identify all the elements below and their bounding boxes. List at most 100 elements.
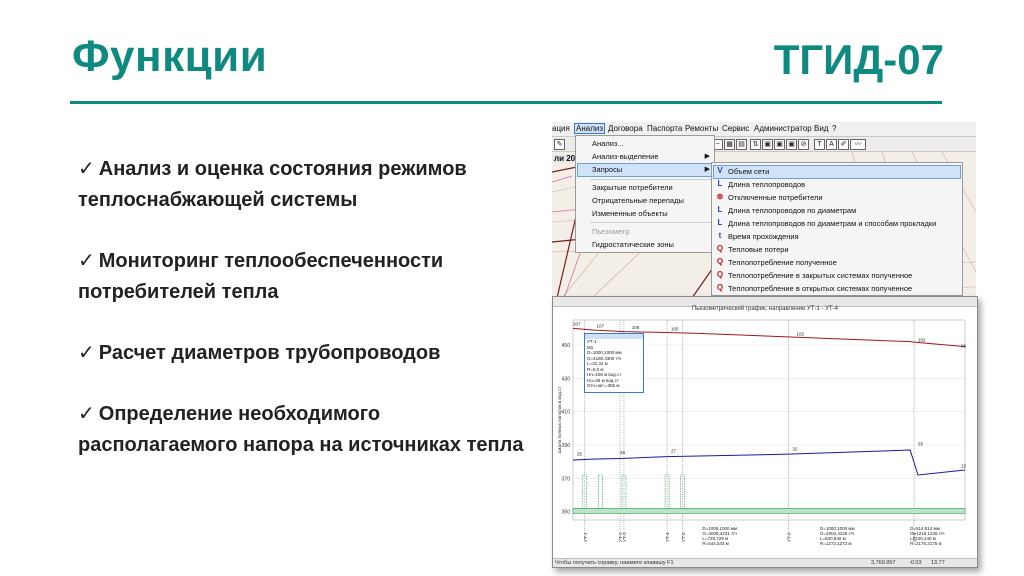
query-item-consumption[interactable]: Теплопотребление полученное — [728, 258, 837, 267]
bullet-text: Анализ и оценка состояния режимов теплос… — [78, 158, 467, 211]
menu-item[interactable]: ация — [552, 124, 570, 133]
query-item-length-by-diameter[interactable]: Длина теплопроводов по диаметрам — [728, 206, 856, 215]
menu-item-contracts[interactable]: Договора — [608, 124, 643, 133]
point-label: 96 — [961, 343, 967, 348]
tool-button[interactable]: 〰 — [850, 139, 866, 150]
menu-item-admin[interactable]: Администратор — [754, 124, 812, 133]
segment-info: R=544,544 м — [702, 541, 729, 546]
status-help-text: Чтобы получить справку, нажмите клавишу … — [555, 560, 674, 566]
status-value: -0.03 — [909, 560, 922, 566]
point-label: 25 — [577, 452, 583, 457]
query-item-transit-time[interactable]: Время прохождения — [728, 232, 799, 241]
submenu-arrow-icon: ▶ — [704, 166, 710, 173]
point-label: 26 — [620, 450, 626, 455]
tool-button[interactable]: ✐ — [838, 139, 849, 150]
query-item-consumption-open[interactable]: Теплопотребление в открытых системах пол… — [728, 284, 912, 293]
menu-item-analysis-dialog[interactable]: Анализ... — [592, 139, 624, 148]
ground-band — [572, 508, 966, 514]
menu-item-hydrostatic-zones[interactable]: Гидростатические зоны — [592, 240, 674, 249]
menu-item-changed-objects[interactable]: Измененные объекты — [592, 209, 668, 218]
node-label: УТ-3 — [622, 532, 627, 542]
tool-button[interactable]: T — [814, 139, 825, 150]
bullet-item: ✓ Мониторинг теплообеспеченности потребит… — [78, 246, 528, 308]
brand-title: ТГИД-07 — [773, 36, 944, 83]
submenu-arrow-icon: ▶ — [704, 153, 710, 160]
segment-info: R=1272,1273 м — [820, 541, 852, 546]
point-label: 102 — [918, 338, 926, 343]
tool-button[interactable]: A — [826, 139, 837, 150]
heat-icon: Q — [716, 283, 724, 292]
menu-item-analysis-selection[interactable]: Анализ-выделение — [592, 152, 659, 161]
query-item-consumption-closed[interactable]: Теплопотребление в закрытых системах пол… — [728, 271, 912, 280]
point-label: 107 — [573, 322, 581, 327]
segment-info: R=2175,2175 м — [910, 541, 942, 546]
tool-button[interactable]: ▦ — [724, 139, 735, 150]
menu-item-view[interactable]: Вид — [814, 124, 828, 133]
bullet-text: Определение необходимого располагаемого … — [78, 403, 524, 456]
point-label: 106 — [632, 325, 640, 330]
menu-item-analysis[interactable]: Анализ — [574, 123, 606, 134]
point-label: 105 — [671, 327, 679, 332]
bullet-item: ✓ Определение необходимого располагаемого… — [78, 399, 528, 461]
menu-separator — [590, 222, 712, 223]
node-label: УТ-6 — [787, 532, 792, 542]
node-info-popup: УТ-1 М1 D=1000,1000 мм G=4180.4300 т/ч L… — [584, 333, 644, 393]
menu-item-piezometer[interactable]: Пьезометр — [592, 227, 630, 236]
tool-button[interactable]: ▤ — [736, 139, 747, 150]
node-label: УТ-4 — [665, 532, 670, 542]
y-tick-label: 450 — [562, 343, 571, 349]
menu-separator — [590, 179, 712, 180]
info-line: Отн.нап.=355 м — [587, 383, 620, 388]
check-icon: ✓ — [78, 158, 95, 180]
status-value: 13.77 — [931, 560, 945, 566]
time-icon: t — [718, 231, 722, 240]
node-label: УТ-1 — [583, 532, 588, 542]
volume-icon: V — [717, 166, 723, 175]
bullet-item: ✓ Анализ и оценка состояния режимов тепло… — [78, 154, 528, 216]
tool-button[interactable]: ▣ — [774, 139, 785, 150]
graph-title: Пьезометрический график, направление УТ-… — [691, 306, 838, 312]
bullet-text: Расчет диаметров трубопроводов — [98, 342, 441, 364]
tool-button[interactable]: ▣ — [762, 139, 773, 150]
y-tick-label: 370 — [562, 476, 571, 482]
heat-icon: Q — [716, 244, 724, 253]
point-label: 22 — [961, 463, 967, 468]
bullet-text: Мониторинг теплообеспеченности потребите… — [78, 250, 444, 303]
menu-item-negative-drops[interactable]: Отрицательные перепады — [592, 196, 684, 205]
status-bar: Чтобы получить справку, нажмите клавишу … — [553, 558, 977, 567]
menu-item-repairs[interactable]: Ремонты — [685, 124, 718, 133]
query-item-length-by-diameter-laying[interactable]: Длина теплопроводов по диаметрам и спосо… — [728, 219, 936, 228]
bullet-list: ✓ Анализ и оценка состояния режимов тепло… — [78, 154, 528, 491]
y-tick-label: 390 — [562, 443, 571, 449]
check-icon: ✓ — [78, 250, 95, 272]
piezometric-graph-window: Пьезометрический график, направление УТ-… — [552, 296, 978, 568]
bullet-item: ✓ Расчет диаметров трубопроводов — [78, 338, 528, 369]
query-item-network-volume[interactable]: Объем сети — [728, 167, 769, 176]
menu-item-passports[interactable]: Паспорта — [647, 124, 682, 133]
query-item-heat-loss[interactable]: Тепловые потери — [728, 245, 789, 254]
menu-item-closed-consumers[interactable]: Закрытые потребители — [592, 183, 673, 192]
tool-button[interactable]: ▣ — [786, 139, 797, 150]
y-tick-label: 350 — [562, 510, 571, 516]
analysis-dropdown: Анализ... Анализ-выделение ▶ Запросы ▶ З… — [575, 135, 715, 253]
tool-button[interactable]: ⇅ — [750, 139, 761, 150]
check-icon: ✓ — [78, 403, 95, 425]
point-label: 32 — [793, 447, 799, 452]
y-tick-label: 430 — [562, 376, 571, 382]
tool-button[interactable]: ⊘ — [798, 139, 809, 150]
menu-item-service[interactable]: Сервис — [722, 124, 749, 133]
y-tick-label: 410 — [562, 410, 571, 416]
slide-title: Функции — [72, 32, 268, 81]
menu-item-help[interactable]: ? — [832, 124, 836, 133]
disconnected-icon: ⊗ — [716, 192, 724, 201]
heat-icon: Q — [716, 257, 724, 266]
point-label: 27 — [671, 448, 677, 453]
tool-button[interactable]: ✎ — [554, 139, 565, 150]
query-item-disconnected[interactable]: Отключенные потребители — [728, 193, 823, 202]
query-item-pipe-length[interactable]: Длина теплопроводов — [728, 180, 805, 189]
menu-item-queries[interactable]: Запросы — [592, 165, 622, 174]
point-label: 107 — [597, 323, 605, 328]
length-icon: L — [717, 179, 723, 188]
y-axis-label: Шкала полных напоров в вод.ст — [557, 387, 562, 454]
queries-submenu: V Объем сети L Длина теплопроводов ⊗ Отк… — [711, 162, 963, 296]
